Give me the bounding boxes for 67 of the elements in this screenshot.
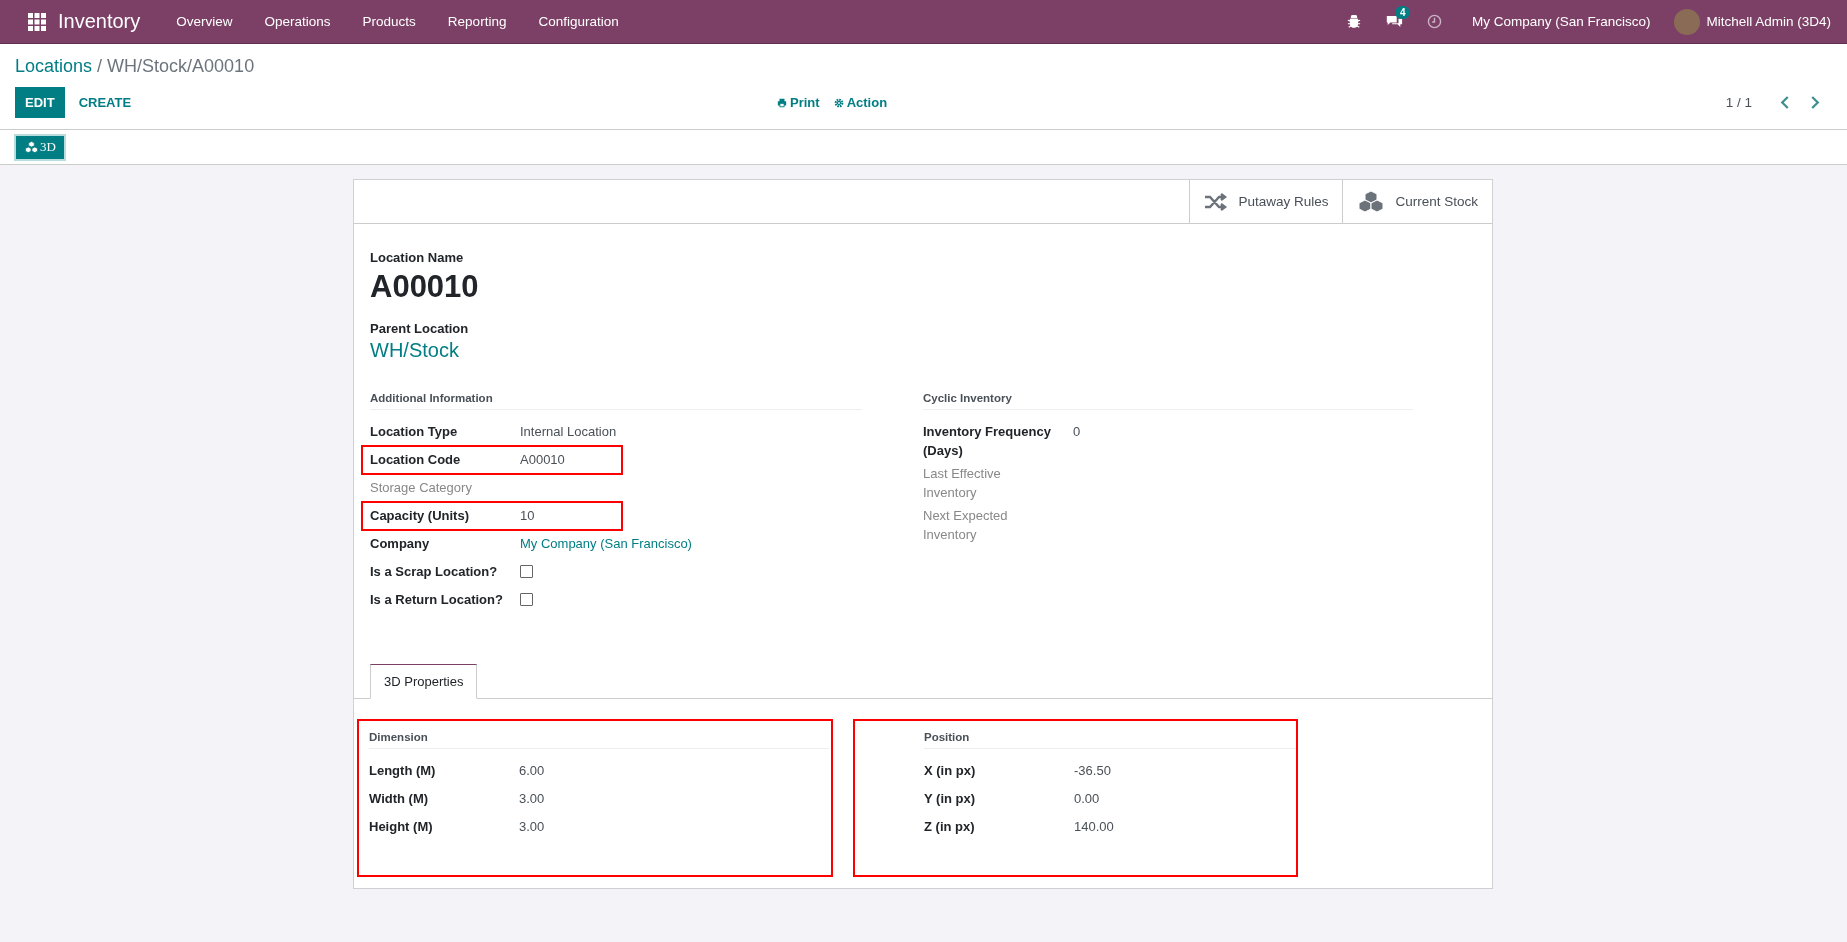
group-title: Position: [924, 731, 1296, 749]
group-title: Cyclic Inventory: [923, 392, 1413, 410]
breadcrumb-current: WH/Stock/A00010: [107, 56, 255, 77]
field-value: A00010: [520, 451, 565, 469]
user-menu[interactable]: Mitchell Admin (3D4): [1706, 14, 1831, 29]
printer-icon: [777, 97, 787, 108]
cubes-icon: [24, 140, 39, 154]
action-menu-button[interactable]: Action: [846, 95, 888, 110]
field-label: Storage Category: [370, 479, 473, 497]
checkbox[interactable]: [520, 593, 533, 606]
group-title: Dimension: [369, 731, 829, 749]
pager-counter: 1 / 1: [1725, 95, 1752, 110]
field-label: Next Expected Inventory: [923, 507, 1009, 544]
field-value: 0: [1073, 423, 1081, 441]
field-label: Company: [370, 535, 431, 553]
parent-location-link[interactable]: WH/Stock: [370, 339, 1476, 362]
field-value: 3.00: [519, 818, 545, 836]
menu-item[interactable]: Overview: [176, 14, 233, 29]
field-label: X (in px): [924, 762, 977, 780]
field-label: Width (M): [369, 790, 430, 808]
checkbox[interactable]: [520, 565, 533, 578]
edit-button[interactable]: EDIT: [15, 87, 65, 118]
field-value: 10: [520, 507, 535, 525]
field-label: Is a Scrap Location?: [370, 563, 499, 581]
field-value: 3.00: [519, 790, 545, 808]
3d-view-button[interactable]: 3D: [14, 133, 66, 161]
bug-icon[interactable]: [1346, 14, 1361, 29]
field-label: Y (in px): [924, 790, 977, 808]
field-value: 6.00: [519, 762, 545, 780]
field-label: Inventory Frequency (Days): [923, 423, 1052, 460]
field-value: Internal Location: [520, 423, 617, 441]
message-count-badge: 4: [1394, 6, 1411, 19]
group-title: Additional Information: [370, 392, 862, 410]
clock-icon[interactable]: [1426, 14, 1442, 29]
menu-item[interactable]: Reporting: [447, 14, 507, 29]
field-value: 0.00: [1074, 790, 1100, 808]
create-button[interactable]: CREATE: [68, 87, 142, 118]
field-label: Location Code: [370, 451, 462, 469]
breadcrumb-separator: /: [97, 56, 103, 77]
field-label: Is a Return Location?: [370, 591, 504, 609]
field-label: Last Effective Inventory: [923, 465, 1002, 502]
field-value: 140.00: [1074, 818, 1114, 836]
field-label: Location Name: [370, 250, 465, 265]
field-label: Height (M): [369, 818, 434, 836]
chat-icon[interactable]: [1384, 14, 1403, 29]
cubes-icon: [1357, 189, 1386, 214]
app-title[interactable]: Inventory: [58, 10, 141, 33]
shuffle-icon: [1204, 191, 1229, 212]
field-label: Capacity (Units): [370, 507, 470, 525]
chevron-right-icon[interactable]: [1810, 96, 1820, 109]
company-switcher[interactable]: My Company (San Francisco): [1471, 14, 1651, 29]
breadcrumb-link[interactable]: Locations: [15, 56, 93, 77]
menu-item[interactable]: Operations: [264, 14, 331, 29]
chevron-left-icon[interactable]: [1780, 96, 1790, 109]
notebook-tab[interactable]: 3D Properties: [370, 664, 478, 699]
field-label: Z (in px): [924, 818, 976, 836]
location-name: A00010: [370, 269, 480, 305]
action-menu-button[interactable]: Print: [790, 95, 820, 110]
apps-menu-icon[interactable]: [28, 12, 46, 31]
menu-item[interactable]: Configuration: [538, 14, 619, 29]
gear-icon: [833, 97, 844, 108]
field-label: Length (M): [369, 762, 437, 780]
field-label: Location Type: [370, 423, 459, 441]
menu-item[interactable]: Products: [362, 14, 416, 29]
field-label: Parent Location: [370, 321, 470, 336]
field-value: -36.50: [1074, 762, 1111, 780]
company-link[interactable]: My Company (San Francisco): [520, 534, 692, 553]
